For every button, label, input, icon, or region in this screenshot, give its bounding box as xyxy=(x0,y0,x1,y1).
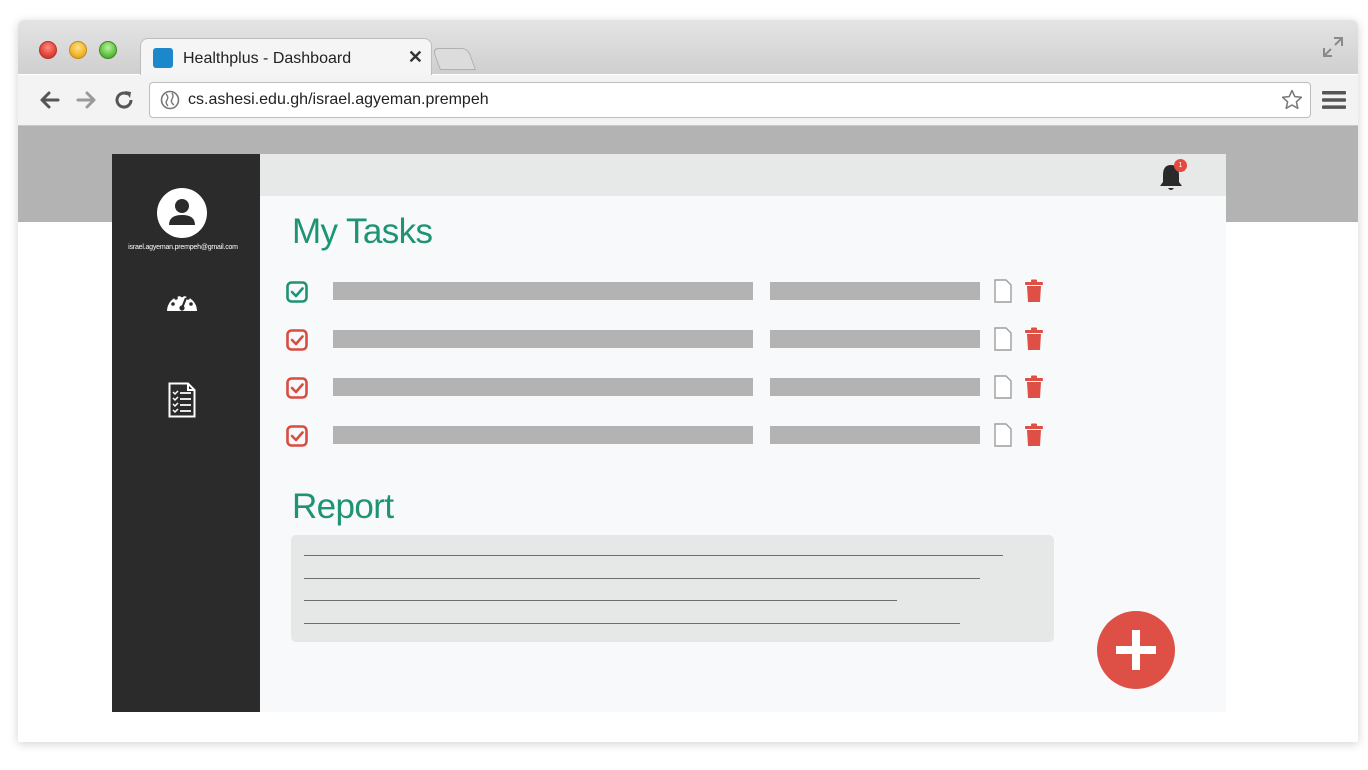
main-content: 1 My Tasks Report xyxy=(260,154,1226,712)
report-text-line xyxy=(304,578,980,579)
user-email: israel.agyeman.prempeh@gmail.com xyxy=(128,244,238,251)
task-date-placeholder xyxy=(770,426,980,444)
tab-title: Healthplus - Dashboard xyxy=(183,50,352,67)
bookmark-star-icon[interactable] xyxy=(1280,88,1304,112)
reload-icon[interactable] xyxy=(112,88,136,112)
page-viewport: israel.agyeman.prempeh@gmail.com 1 My Ta… xyxy=(18,126,1358,742)
close-window-button[interactable] xyxy=(39,41,57,59)
my-tasks-heading: My Tasks xyxy=(292,212,433,251)
task-date-placeholder xyxy=(770,378,980,396)
url-text: cs.ashesi.edu.gh/israel.agyeman.prempeh xyxy=(188,91,489,108)
task-title-placeholder xyxy=(333,282,753,300)
task-list-icon[interactable] xyxy=(168,382,196,418)
add-task-button[interactable] xyxy=(1097,611,1175,689)
task-date-placeholder xyxy=(770,282,980,300)
zoom-window-button[interactable] xyxy=(99,41,117,59)
forward-arrow-icon[interactable] xyxy=(74,88,98,112)
task-title-placeholder xyxy=(333,330,753,348)
dashboard-gauge-icon[interactable] xyxy=(165,288,199,314)
document-icon[interactable] xyxy=(994,327,1012,351)
task-checkbox-icon[interactable] xyxy=(286,377,308,399)
task-row xyxy=(286,423,1043,447)
task-checkbox-icon[interactable] xyxy=(286,329,308,351)
top-bar: 1 xyxy=(260,154,1226,196)
task-date-placeholder xyxy=(770,330,980,348)
report-text-line xyxy=(304,600,897,601)
sidebar: israel.agyeman.prempeh@gmail.com xyxy=(112,154,260,712)
report-textarea[interactable] xyxy=(291,535,1054,642)
report-text-line xyxy=(304,555,1003,556)
fullscreen-icon[interactable] xyxy=(1322,36,1344,58)
dashboard-app: israel.agyeman.prempeh@gmail.com 1 My Ta… xyxy=(112,154,1226,712)
task-row xyxy=(286,327,1043,351)
tab-close-icon[interactable]: ✕ xyxy=(408,47,423,68)
document-icon[interactable] xyxy=(994,375,1012,399)
browser-window: Healthplus - Dashboard ✕ cs.ashesi.edu.g… xyxy=(18,20,1358,742)
trash-icon[interactable] xyxy=(1024,423,1044,447)
task-checkbox-icon[interactable] xyxy=(286,281,308,303)
menu-hamburger-icon[interactable] xyxy=(1322,90,1346,110)
trash-icon[interactable] xyxy=(1024,327,1044,351)
task-title-placeholder xyxy=(333,426,753,444)
address-bar[interactable]: cs.ashesi.edu.gh/israel.agyeman.prempeh xyxy=(149,82,1311,118)
title-bar: Healthplus - Dashboard ✕ xyxy=(18,20,1358,77)
browser-toolbar: cs.ashesi.edu.gh/israel.agyeman.prempeh xyxy=(18,75,1358,126)
notification-badge: 1 xyxy=(1174,159,1187,172)
back-arrow-icon[interactable] xyxy=(38,88,62,112)
task-checkbox-icon[interactable] xyxy=(286,425,308,447)
task-row xyxy=(286,375,1043,399)
task-row xyxy=(286,279,1043,303)
plus-icon xyxy=(1116,630,1156,670)
report-heading: Report xyxy=(292,487,394,526)
trash-icon[interactable] xyxy=(1024,375,1044,399)
document-icon[interactable] xyxy=(994,423,1012,447)
task-title-placeholder xyxy=(333,378,753,396)
report-text-line xyxy=(304,623,960,624)
minimize-window-button[interactable] xyxy=(69,41,87,59)
trash-icon[interactable] xyxy=(1024,279,1044,303)
document-icon[interactable] xyxy=(994,279,1012,303)
favicon-icon xyxy=(153,48,173,68)
globe-icon xyxy=(160,90,180,110)
browser-tab[interactable]: Healthplus - Dashboard ✕ xyxy=(140,38,432,77)
new-tab-button[interactable] xyxy=(431,48,477,70)
user-avatar-icon[interactable] xyxy=(156,187,208,239)
